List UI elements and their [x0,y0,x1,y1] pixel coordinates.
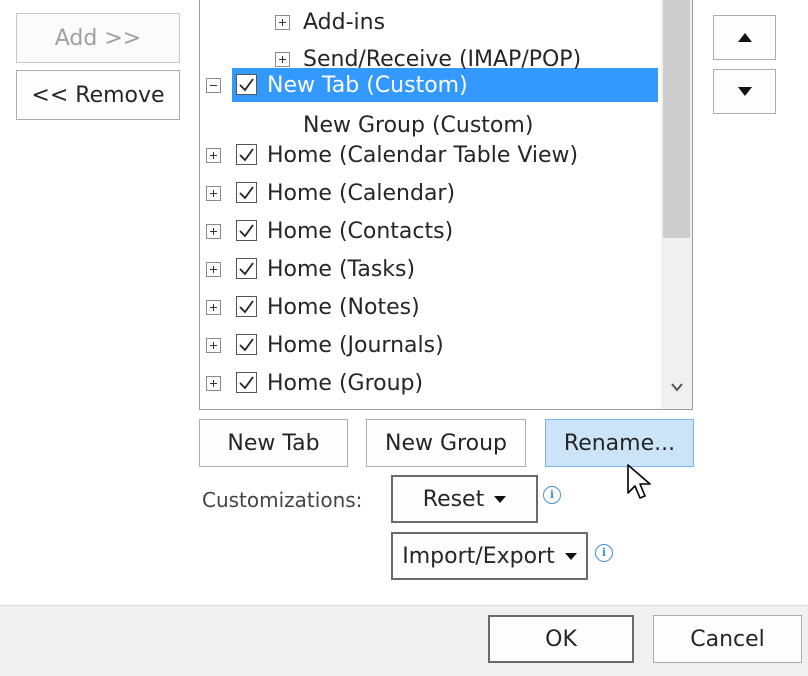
tree-item-checkbox[interactable] [236,258,257,279]
tree-item-checkbox[interactable] [236,334,257,355]
checkmark-icon [239,262,254,276]
expand-icon[interactable] [275,52,290,67]
new-group-label: New Group [385,430,507,456]
tree-item-checkbox[interactable] [236,144,257,165]
remove-button-label: << Remove [31,82,165,108]
cancel-label: Cancel [690,626,765,652]
rename-label: Rename... [563,430,676,456]
checkmark-icon [239,186,254,200]
expand-icon[interactable] [206,224,221,239]
chevron-down-icon [564,552,577,560]
remove-button[interactable]: << Remove [16,70,180,120]
tree-item-label: Send/Receive (IMAP/POP) [303,46,582,72]
tree-item[interactable]: Home (Notes) [200,290,660,324]
expand-icon[interactable] [206,338,221,353]
info-icon[interactable]: i [543,486,561,504]
checkmark-icon [239,148,254,162]
tree-item[interactable]: Home (Journals) [200,328,660,362]
tree-item-label: New Group (Custom) [303,112,534,138]
ribbon-tree[interactable]: Add-ins Send/Receive (IMAP/POP) New Tab (C… [199,0,693,410]
add-button[interactable]: Add >> [16,13,180,63]
ok-label: OK [545,626,577,652]
checkmark-icon [239,224,254,238]
rename-button[interactable]: Rename... [545,419,694,467]
new-tab-button[interactable]: New Tab [199,419,348,467]
mouse-cursor-icon [627,464,651,499]
tree-item-label: Home (Notes) [267,294,420,320]
tree-item-checkbox[interactable] [236,296,257,317]
tree-item-checkbox[interactable] [236,372,257,393]
expand-icon[interactable] [206,148,221,163]
reset-label: Reset [422,486,485,512]
tree-item[interactable]: Home (Calendar) [200,176,660,210]
tree-item-label: Add-ins [303,9,386,35]
tree-item-label: New Tab (Custom) [267,72,468,98]
tree-item-label: Home (Contacts) [267,218,454,244]
move-up-icon [737,33,752,42]
tree-item-label: Home (Journals) [267,332,444,358]
tree-item-label: Home (Tasks) [267,256,416,282]
expand-icon[interactable] [206,262,221,277]
new-group-button[interactable]: New Group [366,419,526,467]
expand-icon[interactable] [275,15,290,30]
import-export-button[interactable]: Import/Export [391,532,588,580]
add-button-label: Add >> [54,25,142,51]
collapse-icon[interactable] [206,78,221,93]
tree-item-checkbox[interactable] [236,74,257,95]
tree-item-checkbox[interactable] [236,182,257,203]
scrollbar-thumb[interactable] [663,0,690,238]
expand-icon[interactable] [206,300,221,315]
tree-item-label: Home (Calendar) [267,180,456,206]
import-export-label: Import/Export [402,543,555,569]
info-icon[interactable]: i [595,544,613,562]
tree-item-checkbox[interactable] [236,220,257,241]
new-tab-label: New Tab [227,430,320,456]
expand-icon[interactable] [206,186,221,201]
move-down-icon [737,87,752,96]
checkmark-icon [239,300,254,314]
vertical-scrollbar[interactable] [661,0,692,409]
reset-button[interactable]: Reset [391,475,538,523]
move-down-button[interactable] [713,69,776,114]
tree-item[interactable]: New Group (Custom) [200,108,660,142]
checkmark-icon [239,338,254,352]
checkmark-icon [239,376,254,390]
move-up-button[interactable] [713,15,776,60]
tree-item[interactable]: Home (Tasks) [200,252,660,286]
tree-item[interactable]: Home (Calendar Table View) [200,138,660,172]
cancel-button[interactable]: Cancel [653,615,802,663]
tree-item-label: Home (Group) [267,370,424,396]
customizations-label: Customizations: [202,488,363,512]
expand-icon[interactable] [206,376,221,391]
tree-item[interactable]: Add-ins [200,5,660,39]
checkmark-icon [239,78,254,92]
tree-item-label: Home (Calendar Table View) [267,142,579,168]
tree-item[interactable]: Home (Contacts) [200,214,660,248]
chevron-down-icon [494,495,507,503]
ok-button[interactable]: OK [488,615,634,663]
tree-item[interactable]: Home (Group) [200,366,660,400]
scroll-down-icon[interactable] [670,380,684,394]
tree-item[interactable]: New Tab (Custom) [200,68,660,102]
